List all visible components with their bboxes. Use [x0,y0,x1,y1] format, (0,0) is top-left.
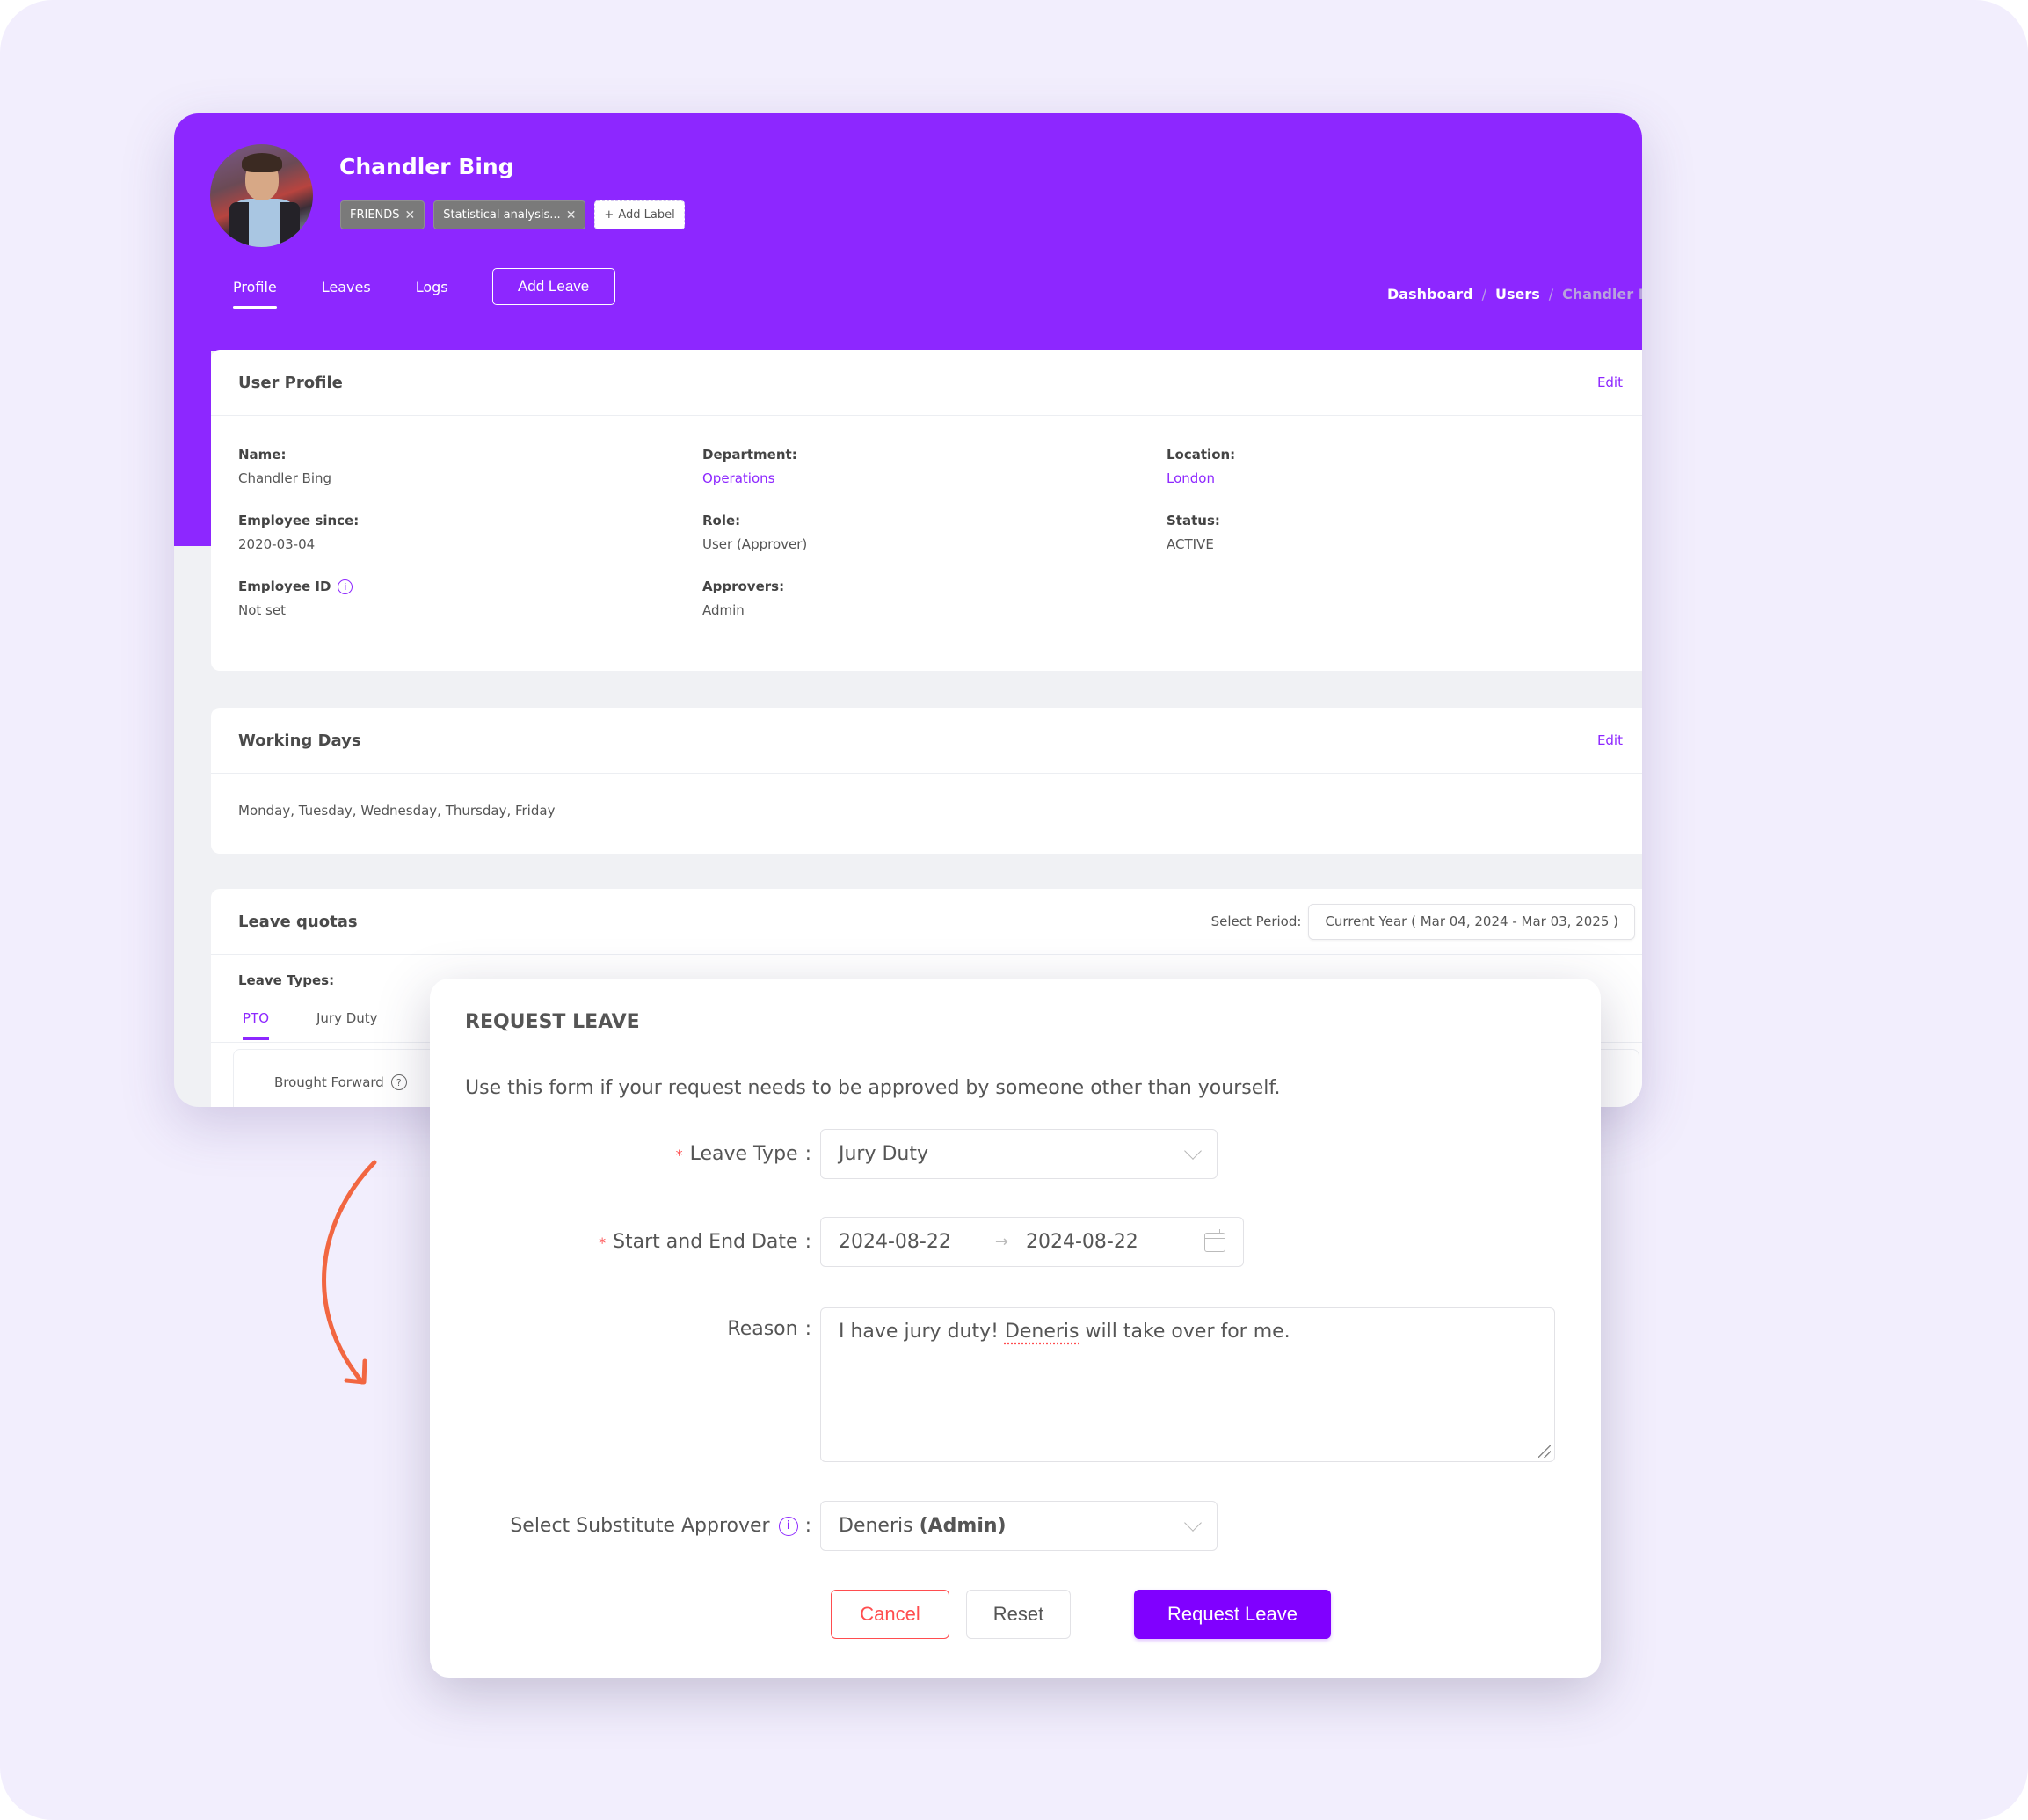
breadcrumb-users[interactable]: Users [1495,286,1540,302]
reason-textarea[interactable]: I have jury duty! Deneris will take over… [820,1307,1555,1462]
add-label-button[interactable]: + Add Label [594,200,685,229]
breadcrumb-current: Chandler Bi [1562,286,1642,302]
field-location: Location: London [1167,445,1518,486]
substitute-approver-row: Select Substitute Approver i: Deneris (A… [430,1501,1218,1551]
breadcrumb-dashboard[interactable]: Dashboard [1387,286,1473,302]
end-date-input[interactable]: 2024-08-22 [1026,1231,1138,1253]
required-marker: * [599,1234,607,1251]
edit-working-days-link[interactable]: Edit [1597,732,1623,748]
profile-header: Chandler Bing FRIENDS ✕ Statistical anal… [174,113,1642,351]
info-icon[interactable]: i [778,1516,798,1536]
close-icon[interactable]: ✕ [566,208,577,222]
field-approvers: Approvers: Admin [702,579,785,618]
reason-row: Reason: I have jury duty! Deneris will t… [430,1307,1555,1462]
card-title: Working Days [238,731,361,750]
field-employee-id: Employee ID i Not set [238,577,702,618]
arrow-right-icon: → [994,1233,1008,1251]
tab-profile[interactable]: Profile [233,272,277,309]
tab-logs[interactable]: Logs [416,272,448,302]
info-icon[interactable]: i [338,579,353,594]
reset-button[interactable]: Reset [966,1590,1071,1639]
profile-fields: Name: Chandler Bing Department: Operatio… [238,445,1518,618]
field-employee-since: Employee since: 2020-03-04 [238,513,360,552]
chevron-down-icon [1184,1513,1202,1532]
tab-leaves[interactable]: Leaves [322,272,371,302]
field-role: Role: User (Approver) [702,513,808,552]
tag-statistical-analysis[interactable]: Statistical analysis... ✕ [433,200,586,229]
close-icon[interactable]: ✕ [405,208,416,222]
label-tags: FRIENDS ✕ Statistical analysis... ✕ + Ad… [340,200,685,229]
request-leave-button[interactable]: Request Leave [1134,1590,1331,1639]
misspelled-word: Deneris [1004,1321,1079,1343]
card-title: Leave quotas [238,912,358,931]
request-leave-modal: REQUEST LEAVE Use this form if your requ… [430,979,1601,1678]
field-department: Department: Operations [702,445,1167,486]
modal-description: Use this form if your request needs to b… [465,1077,1281,1099]
tab-pto[interactable]: PTO [243,1010,270,1040]
leave-types-label: Leave Types: [238,972,335,988]
date-range-picker[interactable]: 2024-08-22 → 2024-08-22 [820,1217,1244,1267]
app-window: Chandler Bing FRIENDS ✕ Statistical anal… [174,113,1642,1107]
avatar [210,144,313,247]
cancel-button[interactable]: Cancel [831,1590,949,1639]
period-select[interactable]: Current Year ( Mar 04, 2024 - Mar 03, 20… [1308,903,1635,940]
modal-title: REQUEST LEAVE [465,1011,640,1033]
substitute-approver-select[interactable]: Deneris (Admin) [820,1501,1218,1551]
department-link[interactable]: Operations [702,470,1167,486]
edit-profile-link[interactable]: Edit [1597,375,1623,390]
tag-friends[interactable]: FRIENDS ✕ [340,200,425,229]
start-date-input[interactable]: 2024-08-22 [839,1231,951,1253]
plus-icon: + [604,208,614,222]
leave-type-select[interactable]: Jury Duty [820,1129,1218,1179]
tab-jury-duty[interactable]: Jury Duty [316,1010,378,1026]
tag-label: Statistical analysis... [443,208,561,222]
leave-type-row: * Leave Type: Jury Duty [430,1129,1218,1179]
chevron-down-icon [1184,1141,1202,1160]
profile-tabs: Profile Leaves Logs Add Leave [233,268,615,309]
user-name: Chandler Bing [339,154,514,179]
calendar-icon[interactable] [1204,1228,1225,1252]
required-marker: * [675,1147,683,1163]
tag-label: FRIENDS [350,208,400,222]
add-leave-button[interactable]: Add Leave [491,268,615,305]
breadcrumb: Dashboard/Users/Chandler Bi [1387,286,1642,302]
field-status: Status: ACTIVE [1167,513,1220,552]
user-profile-card: User Profile Edit Name: Chandler Bing De… [211,350,1642,671]
select-period-label: Select Period: [1210,914,1302,929]
card-title: User Profile [238,373,343,392]
resize-handle[interactable] [1538,1445,1551,1458]
field-name: Name: Chandler Bing [238,447,332,486]
help-icon[interactable]: ? [390,1074,407,1090]
date-range-row: * Start and End Date: 2024-08-22 → 2024-… [430,1217,1244,1267]
brought-forward-label: Brought Forward [274,1074,384,1090]
working-days-card: Working Days Edit Monday, Tuesday, Wedne… [211,708,1642,854]
working-days-value: Monday, Tuesday, Wednesday, Thursday, Fr… [238,803,556,819]
annotation-arrow-icon [322,1160,377,1385]
location-link[interactable]: London [1167,470,1518,486]
